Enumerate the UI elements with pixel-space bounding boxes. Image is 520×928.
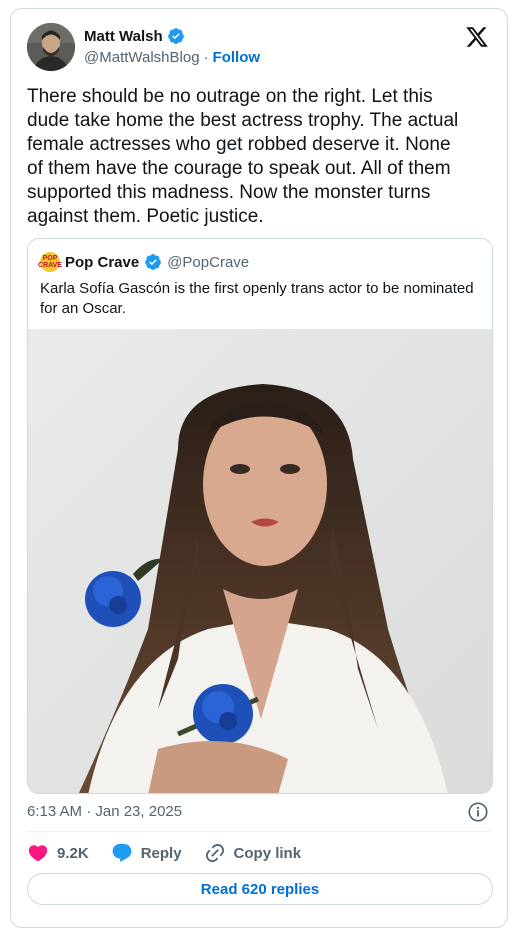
author-handle-row: @MattWalshBlog · Follow bbox=[84, 49, 260, 66]
quoted-tweet[interactable]: POP CRAVE Pop Crave @PopCrave Karla Sofí… bbox=[27, 238, 493, 794]
author-avatar[interactable] bbox=[27, 23, 75, 71]
copy-link-button[interactable]: Copy link bbox=[204, 842, 302, 864]
tweet-text: There should be no outrage on the right.… bbox=[27, 86, 459, 227]
divider bbox=[27, 831, 491, 832]
read-replies-button[interactable]: Read 620 replies bbox=[27, 873, 493, 905]
tweet-timestamp[interactable]: 6:13 AM · Jan 23, 2025 bbox=[27, 803, 182, 820]
reply-label: Reply bbox=[140, 844, 182, 862]
x-logo-icon[interactable] bbox=[465, 25, 489, 49]
quoted-author-avatar[interactable]: POP CRAVE bbox=[38, 252, 62, 272]
copy-link-label: Copy link bbox=[233, 844, 302, 862]
follow-button[interactable]: Follow bbox=[213, 49, 261, 66]
quoted-tweet-header: POP CRAVE Pop Crave @PopCrave bbox=[38, 251, 249, 273]
quoted-tweet-text: Karla Sofía Gascón is the first openly t… bbox=[40, 280, 474, 317]
like-count: 9.2K bbox=[57, 844, 89, 862]
verified-badge-icon bbox=[167, 28, 184, 44]
heart-icon bbox=[28, 845, 48, 862]
quoted-avatar-logo: POP CRAVE bbox=[38, 255, 62, 269]
info-icon[interactable] bbox=[467, 801, 489, 823]
reply-button[interactable]: Reply bbox=[111, 842, 182, 864]
quoted-author-handle[interactable]: @PopCrave bbox=[167, 254, 249, 271]
like-button[interactable]: 9.2K bbox=[27, 842, 89, 864]
tweet-header: Matt Walsh @MattWalshBlog · Follow bbox=[27, 23, 491, 71]
verified-badge-icon bbox=[145, 254, 162, 270]
link-icon bbox=[205, 843, 224, 863]
read-replies-label: Read 620 replies bbox=[200, 880, 320, 898]
tweet-card: Matt Walsh @MattWalshBlog · Follow There… bbox=[10, 8, 508, 928]
separator: · bbox=[203, 49, 209, 66]
reply-bubble-icon bbox=[112, 843, 132, 862]
quoted-author-name[interactable]: Pop Crave bbox=[65, 254, 139, 271]
author-handle[interactable]: @MattWalshBlog bbox=[84, 49, 200, 66]
author-name-row[interactable]: Matt Walsh bbox=[84, 27, 185, 45]
action-bar: 9.2K Reply Copy link bbox=[27, 841, 323, 865]
author-name[interactable]: Matt Walsh bbox=[84, 28, 163, 45]
quoted-tweet-photo[interactable] bbox=[28, 329, 492, 793]
